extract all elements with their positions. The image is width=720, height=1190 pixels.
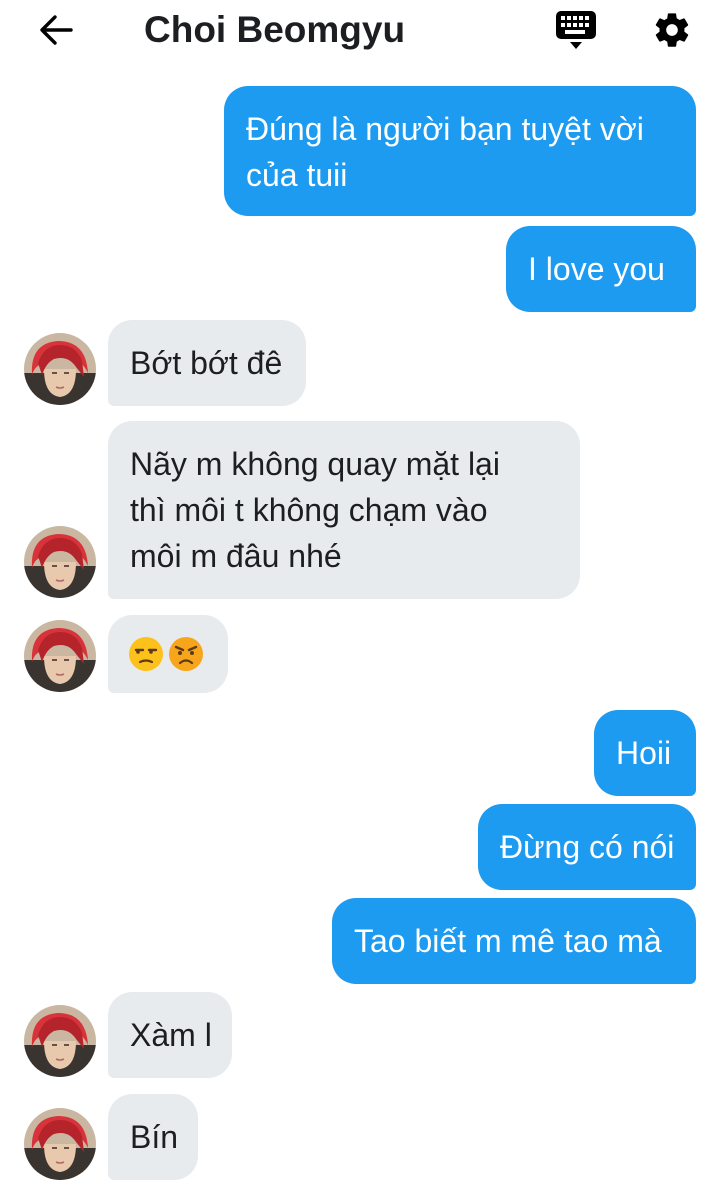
message-text-line: Nãy m không quay mặt lại: [130, 446, 500, 482]
unamused-face-emoji: [129, 637, 163, 671]
back-button[interactable]: [34, 8, 78, 52]
conversation-title: Choi Beomgyu: [144, 9, 406, 50]
message-bubble-incoming[interactable]: Bớt bớt đê: [108, 320, 306, 406]
profile-photo: [24, 526, 96, 598]
message-bubble-incoming[interactable]: Nãy m không quay mặt lại thì môi t không…: [108, 421, 580, 599]
message-text-line: Tao biết m mê tao mà: [354, 923, 662, 959]
message-text-line: I love you: [528, 251, 665, 287]
message-bubble-outgoing[interactable]: Hoii: [594, 710, 696, 796]
message-text-line: Bín: [130, 1119, 179, 1155]
message-text-line: Đúng là người bạn tuyệt vời: [246, 111, 644, 147]
message-text-line: môi m đâu nhé: [130, 538, 342, 574]
message-text-line: thì môi t không chạm vào: [130, 492, 488, 528]
avatar[interactable]: [24, 1108, 96, 1180]
message-text-line: của tuii: [246, 157, 348, 193]
profile-photo: [24, 620, 96, 692]
profile-photo: [24, 1005, 96, 1077]
keyboard-button[interactable]: [552, 6, 600, 54]
message-text-line: Bớt bớt đê: [130, 345, 283, 381]
message-bubble-outgoing[interactable]: Đừng có nói: [478, 804, 696, 890]
avatar[interactable]: [24, 620, 96, 692]
gear-icon: [655, 13, 689, 47]
emoji-row: [128, 631, 208, 677]
chat-header: Choi Beomgyu: [0, 0, 720, 62]
settings-button[interactable]: [648, 6, 696, 54]
message-bubble-incoming[interactable]: Bín: [108, 1094, 198, 1180]
arrow-left-icon: [40, 15, 73, 45]
message-bubble-incoming[interactable]: Xàm l: [108, 992, 232, 1078]
message-bubble-incoming[interactable]: [108, 615, 228, 693]
message-text-line: Đừng có nói: [500, 829, 675, 865]
message-bubble-outgoing[interactable]: I love you: [506, 226, 696, 312]
keyboard-icon: [556, 11, 596, 49]
message-bubble-outgoing[interactable]: Tao biết m mê tao mà: [332, 898, 696, 984]
avatar[interactable]: [24, 1005, 96, 1077]
avatar[interactable]: [24, 526, 96, 598]
message-text-line: Xàm l: [130, 1017, 212, 1053]
angry-face-emoji: [169, 637, 203, 671]
message-text-line: Hoii: [616, 735, 672, 771]
avatar[interactable]: [24, 333, 96, 405]
profile-photo: [24, 1108, 96, 1180]
message-bubble-outgoing[interactable]: Đúng là người bạn tuyệt vời của tuii: [224, 86, 696, 216]
profile-photo: [24, 333, 96, 405]
